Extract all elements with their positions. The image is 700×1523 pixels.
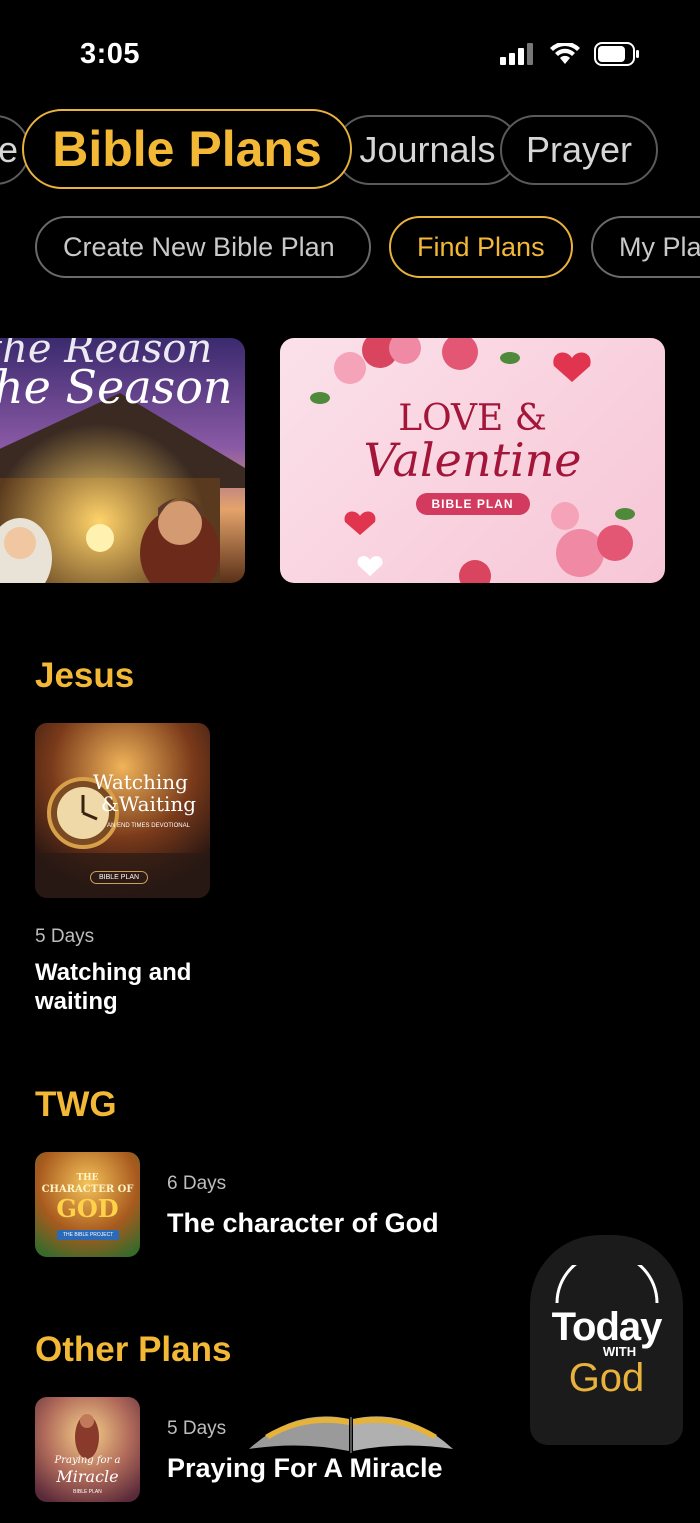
tab-prayer-label: Prayer <box>525 129 633 170</box>
plan-title-watching-line-1: Watching and <box>35 959 192 986</box>
tab-journals-label: Journals <box>359 129 496 170</box>
plan-title-watching[interactable]: Watching and waiting <box>35 958 191 1016</box>
thumb-watching-text-2: &Waiting <box>101 792 197 816</box>
banner-reason-season[interactable]: the Reason he Season <box>0 338 245 583</box>
tab-journals[interactable]: Journals <box>335 115 520 185</box>
plan-days-watching: 5 Days <box>35 926 95 947</box>
create-new-bible-plan-button[interactable]: Create New Bible Plan <box>35 216 371 278</box>
logo-line-1: Today <box>551 1305 663 1349</box>
tab-bible-plans-label: Bible Plans <box>52 121 322 177</box>
bible-plans-screen: 3:05 e Bible Plans Journals Prayer Creat… <box>0 0 700 1523</box>
plan-thumb-watching-waiting[interactable]: Watching &Waiting AN END TIMES DEVOTIONA… <box>35 723 210 898</box>
thumb-watching-tag: BIBLE PLAN <box>90 871 149 884</box>
thumb-praying-text-2: Miracle <box>56 1467 119 1486</box>
thumb-watching-sub: AN END TIMES DEVOTIONAL <box>107 823 190 829</box>
banner-love-title-2: Valentine <box>363 433 582 487</box>
thumb-watching-text-1: Watching <box>93 770 188 794</box>
tab-prayer[interactable]: Prayer <box>500 115 658 185</box>
banner-love-valentine[interactable]: LOVE & Valentine BIBLE PLAN <box>280 338 665 583</box>
section-title-other-plans: Other Plans <box>35 1330 232 1369</box>
status-time: 3:05 <box>80 38 141 70</box>
find-plans-button[interactable]: Find Plans <box>389 216 573 278</box>
plan-thumb-character-of-god[interactable]: THE CHARACTER OF GOD THE BIBLE PROJECT <box>35 1152 140 1257</box>
thumb-praying-tag: BIBLE PLAN <box>73 1489 102 1495</box>
status-icons <box>500 41 640 71</box>
thumb-character-tag: THE BIBLE PROJECT <box>57 1230 120 1240</box>
battery-icon <box>594 42 640 71</box>
thumb-character-text-1: THE <box>76 1173 99 1183</box>
section-title-jesus: Jesus <box>35 656 135 695</box>
tab-bible-plans[interactable]: Bible Plans <box>22 109 352 189</box>
plan-thumb-praying-miracle[interactable]: Praying for a Miracle BIBLE PLAN <box>35 1397 140 1502</box>
my-plans-button[interactable]: My Pla <box>591 216 700 278</box>
plan-title-watching-line-2: waiting <box>35 988 118 1015</box>
section-title-twg: TWG <box>35 1085 117 1124</box>
plan-days-praying: 5 Days <box>167 1418 227 1439</box>
open-book-icon <box>245 1405 457 1460</box>
wifi-icon <box>550 41 580 70</box>
thumb-character-text-3: GOD <box>56 1194 119 1223</box>
signal-icon <box>500 43 536 70</box>
banner-reason-title-1: the Reason <box>0 338 213 372</box>
tab-partial-label: e <box>0 129 18 170</box>
logo-arc-icon <box>555 1265 659 1304</box>
plan-title-character[interactable]: The character of God <box>167 1208 439 1239</box>
plan-days-character: 6 Days <box>167 1173 227 1194</box>
today-with-god-logo[interactable]: Today WITH God <box>530 1235 683 1445</box>
banner-love-tag: BIBLE PLAN <box>415 493 530 515</box>
logo-line-3: God <box>568 1356 645 1400</box>
